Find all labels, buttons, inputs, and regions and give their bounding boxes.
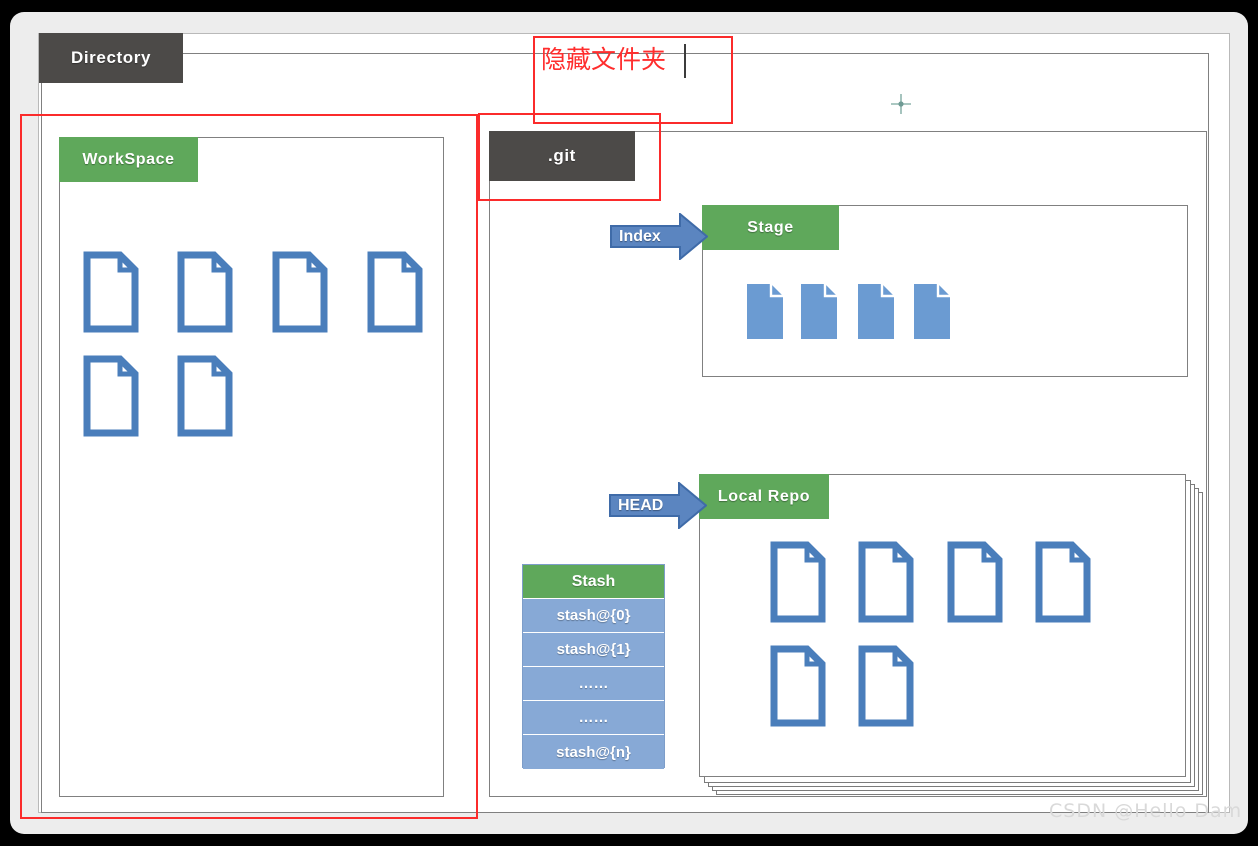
local-repo-file-icon-4 bbox=[1034, 540, 1092, 624]
stage-label-text: Stage bbox=[747, 218, 794, 236]
stash-row-label: stash@{0} bbox=[556, 607, 631, 624]
local-repo-file-icon-3 bbox=[946, 540, 1004, 624]
crosshair-icon bbox=[890, 93, 912, 120]
screenshot-canvas: Directory WorkSpace .git Stage Index Loc… bbox=[0, 0, 1258, 846]
stage-file-icon-3 bbox=[857, 283, 895, 340]
head-arrow: HEAD bbox=[609, 480, 708, 531]
directory-label-text: Directory bbox=[70, 48, 152, 67]
stash-header-text: Stash bbox=[571, 572, 616, 590]
stash-table: Stash stash@{0} stash@{1} …… …… stash@{n… bbox=[522, 564, 665, 769]
local-repo-file-icon-2 bbox=[857, 540, 915, 624]
annotation-text: 隐藏文件夹 bbox=[541, 45, 667, 74]
index-arrow: Index bbox=[610, 211, 709, 262]
local-repo-file-icon-1 bbox=[769, 540, 827, 624]
stash-row[interactable]: …… bbox=[523, 701, 664, 735]
annotation-rect-git bbox=[478, 113, 661, 201]
local-repo-panel bbox=[699, 474, 1186, 777]
stash-row-label: stash@{1} bbox=[556, 641, 631, 658]
stage-label: Stage bbox=[702, 205, 839, 250]
stash-row[interactable]: …… bbox=[523, 667, 664, 701]
annotation-rect-workspace bbox=[20, 114, 478, 819]
watermark: CSDN @Hello Dam bbox=[1049, 800, 1243, 822]
local-repo-label: Local Repo bbox=[699, 474, 829, 519]
stage-file-icon-2 bbox=[800, 283, 838, 340]
stash-row[interactable]: stash@{1} bbox=[523, 633, 664, 667]
local-repo-label-text: Local Repo bbox=[717, 487, 811, 505]
stash-row-label: …… bbox=[578, 675, 609, 692]
stash-row[interactable]: stash@{n} bbox=[523, 735, 664, 769]
stash-table-header: Stash bbox=[523, 565, 664, 599]
text-caret bbox=[684, 44, 686, 78]
stage-file-icon-4 bbox=[913, 283, 951, 340]
stash-row-label: …… bbox=[578, 709, 609, 726]
stash-row-label: stash@{n} bbox=[556, 743, 631, 761]
stage-file-icon-1 bbox=[746, 283, 784, 340]
local-repo-file-icon-5 bbox=[769, 644, 827, 728]
directory-label: Directory bbox=[39, 33, 183, 83]
local-repo-file-icon-6 bbox=[857, 644, 915, 728]
stash-row[interactable]: stash@{0} bbox=[523, 599, 664, 633]
